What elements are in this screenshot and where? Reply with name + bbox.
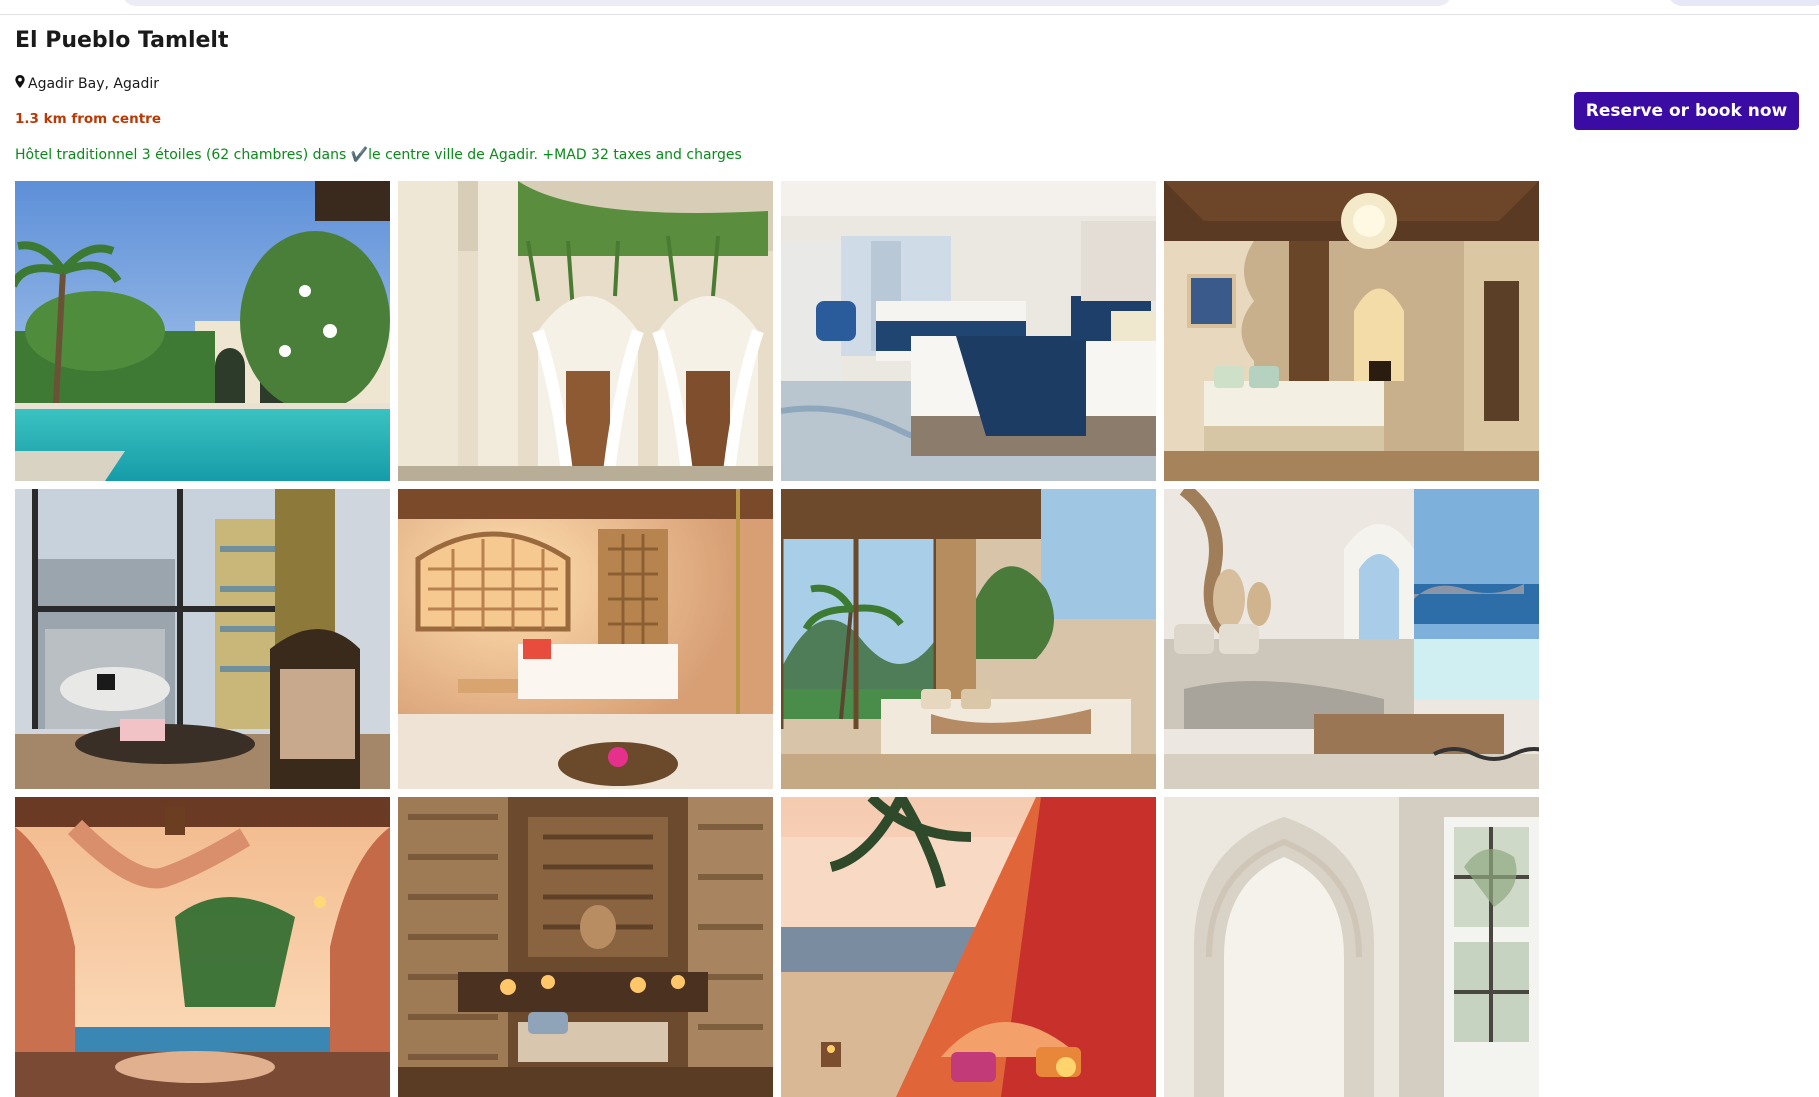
hotel-name: El Pueblo Tamlelt [15,28,229,53]
location-text: Agadir Bay, Agadir [28,75,159,92]
top-navigation-bar [0,0,1819,15]
hotel-description: Hôtel traditionnel 3 étoiles (62 chambre… [15,147,742,163]
gallery-photo-sea-view-bedroom[interactable] [1164,489,1539,789]
gallery-photo-city-view[interactable] [15,489,390,789]
account-menu[interactable] [1668,0,1819,6]
distance-from-centre: 1.3 km from centre [15,111,161,127]
description-text-start: Hôtel traditionnel 3 étoiles (62 chambre… [15,147,351,163]
gallery-photo-beach-tent[interactable] [781,797,1156,1097]
reserve-button[interactable]: Reserve or book now [1574,92,1799,130]
gallery-photo-beach-canopy[interactable] [15,797,390,1097]
gallery-photo-pool[interactable] [15,181,390,481]
gallery-photo-moorish-arch[interactable] [1164,797,1539,1097]
description-text-end: le centre ville de Agadir. +MAD 32 taxes… [368,147,742,163]
gallery-photo-lattice-bedroom[interactable] [398,489,773,789]
gallery-photo-tropical-bedroom[interactable] [781,489,1156,789]
gallery-photo-twin-bedroom[interactable] [781,181,1156,481]
photo-gallery [15,181,1539,1097]
search-bar[interactable] [122,0,1452,6]
gallery-photo-stone-interior[interactable] [398,797,773,1097]
gallery-photo-moroccan-suite[interactable] [1164,181,1539,481]
hotel-location: Agadir Bay, Agadir [15,75,159,92]
check-mark-icon: ✔️ [350,147,369,163]
gallery-photo-courtyard[interactable] [398,181,773,481]
map-pin-icon [15,75,25,92]
